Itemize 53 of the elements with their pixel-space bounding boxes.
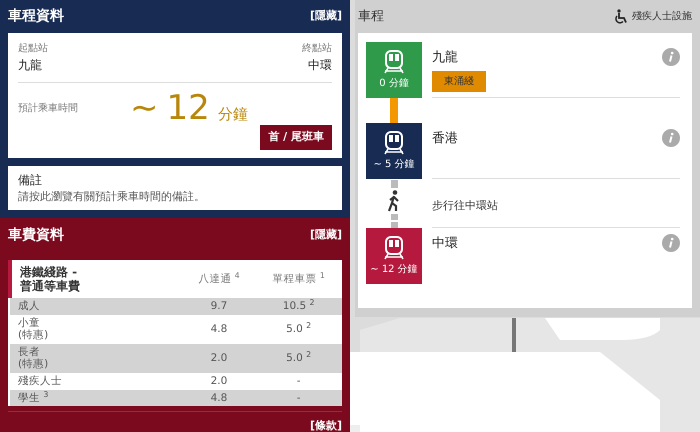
station-name: 九龍 [432,49,459,67]
remarks-title: 備註 [18,172,43,188]
table-cell: 5.0 $^{2}$ [255,344,342,373]
info-icon[interactable] [662,129,680,147]
table-cell: 殘疾人士 [10,372,183,390]
from-label: 起點站 [18,42,48,56]
timetable-button[interactable]: 首 / 尾班車 [260,125,332,150]
table-cell: - [255,390,342,406]
info-icon[interactable] [662,234,680,252]
hide-link[interactable]: [隱藏] [310,226,342,244]
train-icon [383,236,405,260]
table-cell: 4.8 [182,390,256,406]
table-cell: - [255,372,342,390]
table-cell: 小童 (特惠) [10,314,183,344]
walk-instruction: 步行往中環站 [432,198,498,214]
walking-person-icon [387,190,401,212]
station-name: 香港 [432,130,458,148]
to-station: 中環 [307,57,332,74]
station-name: 中環 [432,235,458,253]
table-cell: 成人 [10,298,183,315]
duration-label: 預計乘車時間 [18,102,79,116]
table-cell: 長者 (特惠) [10,344,183,373]
train-icon [383,50,405,74]
table-cell: 5.0 $^{2}$ [255,314,342,344]
travel-time: ~ 5 分鐘 [373,158,415,172]
train-icon [383,130,405,154]
from-station: 九龍 [18,57,43,74]
line-badge: 東涌綫 [432,70,486,92]
panel-title: 車程資料 [8,7,64,26]
hide-link[interactable]: [隱藏] [310,8,342,25]
remarks-link[interactable]: 請按此瀏覽有關預計乘車時間的備註。 [18,188,332,205]
table-cell: 2.0 [182,344,256,373]
approx-sign: ~ [130,91,158,125]
panel-title: 車費資料 [8,226,64,244]
terms-link[interactable]: [條款] [310,418,342,432]
travel-time: 0 分鐘 [379,76,409,90]
travel-time: ~ 12 分鐘 [370,262,418,276]
column-header: 八達通 $^{4}$ [182,260,256,298]
info-icon[interactable] [662,48,680,66]
table-cell: 10.5 $^{2}$ [255,298,342,315]
accessibility-link[interactable]: 殘疾人士設施 [613,8,692,24]
table-cell: 4.8 [182,314,256,344]
wheelchair-icon [613,8,629,24]
walk-segment [390,214,398,228]
table-cell: 9.7 [182,298,256,315]
table-cell: 2.0 [182,372,256,390]
duration-unit: 分鐘 [218,104,248,124]
walk-segment [390,180,398,188]
column-header: 單程車票 $^{1}$ [255,260,342,298]
table-cell: 學生 $^{3}$ [10,390,183,406]
to-label: 終點站 [302,42,332,56]
duration-value: 12 [166,91,210,125]
panel-title: 車程 [358,8,384,26]
